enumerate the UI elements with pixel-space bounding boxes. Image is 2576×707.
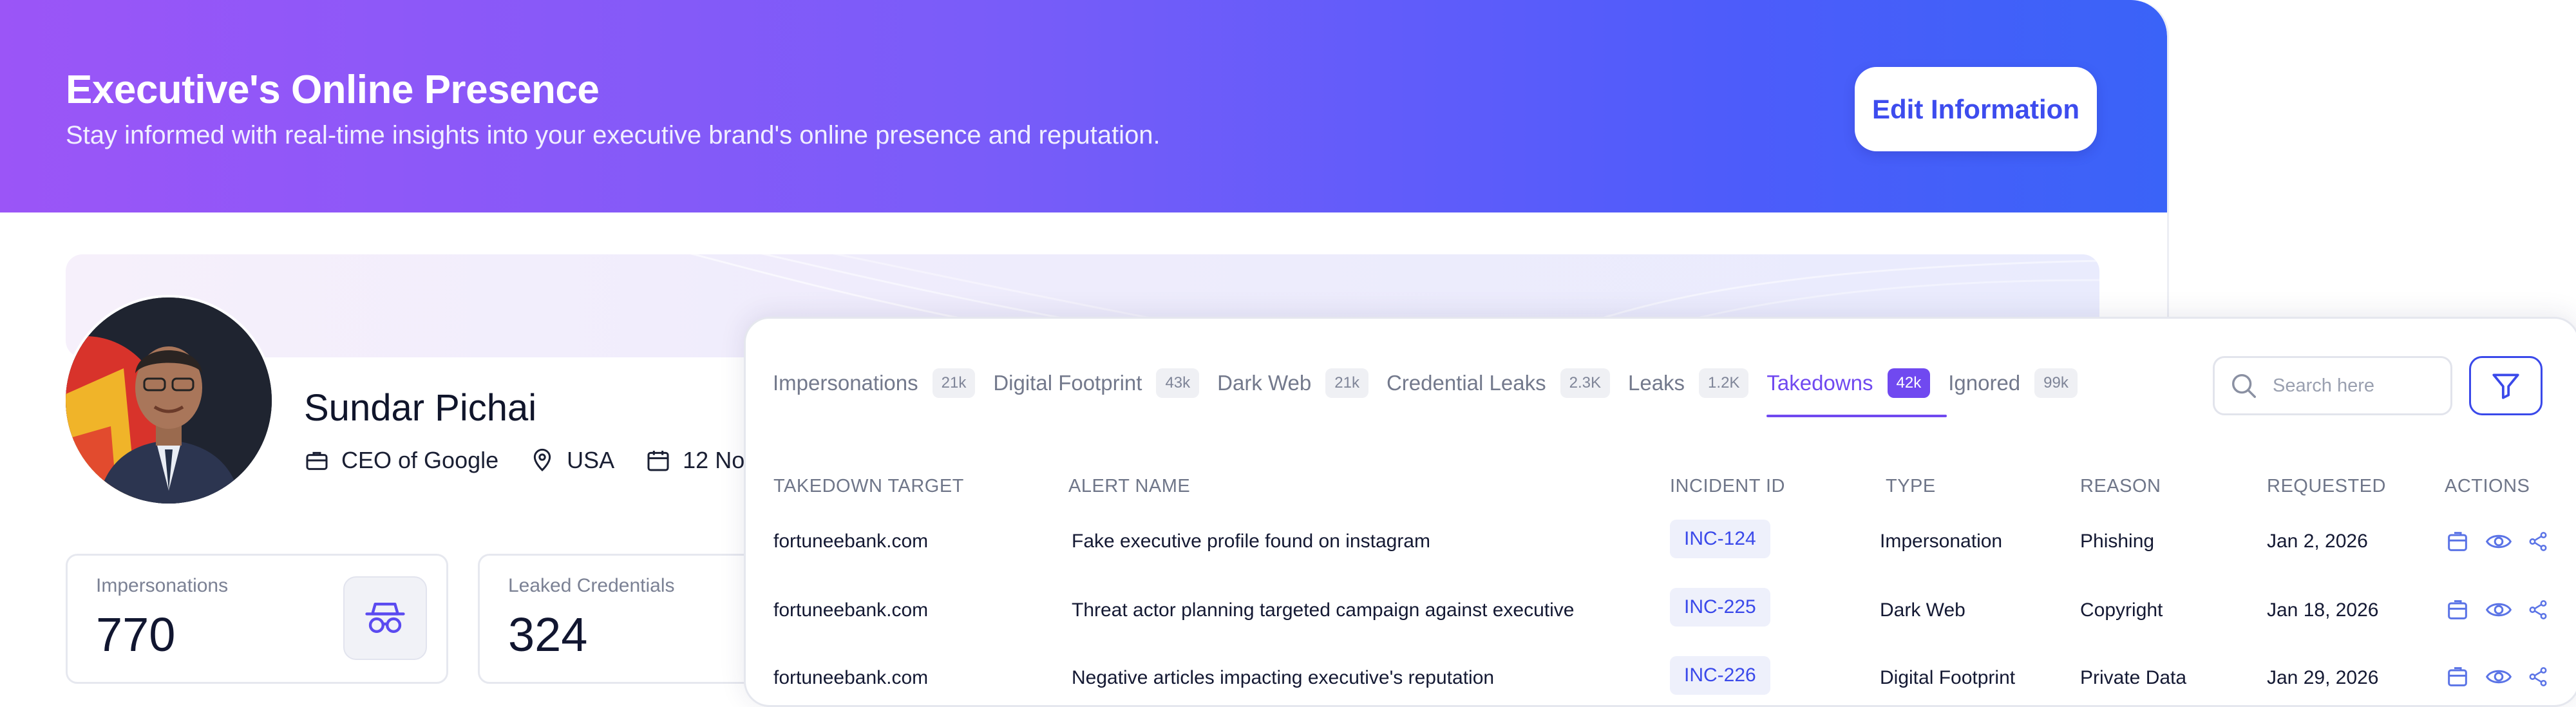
meta-role: CEO of Google [304, 447, 498, 474]
executive-avatar [66, 297, 272, 504]
share-icon[interactable] [2527, 597, 2549, 623]
tab-count-badge: 21k [1325, 368, 1368, 398]
tab-label: Takedowns [1766, 371, 1873, 395]
tab-dark-web[interactable]: Dark Web 21k [1217, 368, 1368, 398]
takedowns-panel: Impersonations 21k Digital Footprint 43k… [744, 317, 2576, 707]
meta-date: 12 Nov [645, 447, 756, 474]
search-input[interactable]: Search here [2273, 375, 2374, 397]
tab-digital-footprint[interactable]: Digital Footprint 43k [993, 368, 1200, 398]
archive-icon[interactable] [2445, 597, 2470, 623]
filter-button[interactable] [2469, 356, 2543, 415]
tab-impersonations[interactable]: Impersonations 21k [773, 368, 976, 398]
filter-icon [2492, 373, 2519, 399]
stat-card-impersonations[interactable]: Impersonations 770 [66, 554, 448, 684]
incident-id-badge[interactable]: INC-226 [1670, 656, 1770, 695]
spy-glasses-icon [343, 576, 427, 660]
tab-takedowns[interactable]: Takedowns 42k [1766, 368, 1947, 417]
cell-reason: Private Data [2080, 667, 2187, 688]
meta-role-text: CEO of Google [341, 447, 499, 473]
archive-icon[interactable] [2445, 529, 2470, 554]
view-icon[interactable] [2485, 664, 2513, 690]
cell-reason: Copyright [2080, 599, 2163, 621]
incident-id-badge[interactable]: INC-225 [1670, 588, 1770, 627]
share-icon[interactable] [2527, 529, 2549, 554]
view-icon[interactable] [2485, 529, 2513, 554]
stat-value: 324 [508, 608, 588, 661]
tab-count-badge: 99k [2034, 368, 2078, 398]
cell-requested: Jan 18, 2026 [2267, 599, 2379, 621]
search-icon [2231, 373, 2256, 398]
archive-icon[interactable] [2445, 664, 2470, 690]
tab-count-badge: 2.3K [1560, 368, 1610, 398]
tab-credential-leaks[interactable]: Credential Leaks 2.3K [1387, 368, 1610, 398]
cell-reason: Phishing [2080, 531, 2155, 552]
column-header-reason[interactable]: REASON [2080, 476, 2161, 497]
category-tabs: Impersonations 21k Digital Footprint 43k… [773, 364, 2096, 417]
cell-target[interactable]: fortuneebank.com [773, 667, 928, 689]
share-icon[interactable] [2527, 664, 2549, 690]
column-header-actions: ACTIONS [2445, 476, 2530, 496]
cell-alert: Fake executive profile found on instagra… [1072, 531, 1430, 552]
stat-label: Leaked Credentials [508, 575, 675, 596]
meta-location-text: USA [567, 447, 615, 473]
cell-type: Digital Footprint [1880, 667, 2016, 688]
calendar-icon [647, 451, 669, 471]
incident-id-badge[interactable]: INC-124 [1670, 520, 1770, 558]
column-header-alert-name[interactable]: ALERT NAME [1068, 476, 1190, 497]
meta-location: USA [529, 447, 614, 474]
row-actions [2445, 597, 2563, 623]
page-title: Executive's Online Presence [66, 68, 600, 112]
row-actions [2445, 664, 2563, 690]
tab-count-badge: 42k [1887, 368, 1931, 398]
stat-value: 770 [96, 608, 176, 661]
cell-target[interactable]: fortuneebank.com [773, 531, 928, 552]
tab-leaks[interactable]: Leaks 1.2K [1627, 368, 1749, 398]
stat-label: Impersonations [96, 575, 229, 596]
tab-count-badge: 1.2K [1699, 368, 1749, 398]
column-header-takedown-target[interactable]: TAKEDOWN TARGET [773, 476, 964, 497]
tab-label: Impersonations [773, 371, 918, 395]
view-icon[interactable] [2485, 597, 2513, 623]
cell-requested: Jan 29, 2026 [2267, 667, 2379, 688]
tab-label: Ignored [1948, 371, 2021, 395]
cell-alert: Negative articles impacting executive's … [1072, 667, 1495, 688]
tab-label: Credential Leaks [1386, 371, 1546, 395]
cell-type: Dark Web [1880, 599, 1965, 621]
cell-target[interactable]: fortuneebank.com [773, 599, 928, 621]
cell-requested: Jan 2, 2026 [2267, 531, 2368, 552]
tab-label: Dark Web [1217, 371, 1312, 395]
column-header-requested[interactable]: REQUESTED [2267, 476, 2386, 497]
column-header-incident-id[interactable]: INCIDENT ID [1670, 476, 1785, 497]
tab-ignored[interactable]: Ignored 99k [1948, 368, 2078, 398]
row-actions [2445, 529, 2563, 554]
hero-banner: Executive's Online Presence Stay informe… [0, 0, 2167, 212]
edit-information-button[interactable]: Edit Information [1855, 67, 2097, 151]
tab-count-badge: 43k [1156, 368, 1200, 398]
location-pin-icon [533, 448, 551, 472]
search-box[interactable]: Search here [2213, 356, 2452, 415]
column-header-type[interactable]: TYPE [1886, 476, 1936, 497]
profile-meta: CEO of Google USA 12 Nov [304, 444, 787, 476]
tab-label: Leaks [1627, 371, 1685, 395]
tab-label: Digital Footprint [993, 371, 1142, 395]
cell-type: Impersonation [1880, 531, 2003, 552]
page-subtitle: Stay informed with real-time insights in… [66, 121, 1160, 149]
cell-alert: Threat actor planning targeted campaign … [1072, 599, 1575, 621]
briefcase-icon [306, 451, 328, 470]
tab-count-badge: 21k [932, 368, 976, 398]
executive-name: Sundar Pichai [304, 387, 537, 429]
active-tab-indicator [1766, 415, 1947, 417]
